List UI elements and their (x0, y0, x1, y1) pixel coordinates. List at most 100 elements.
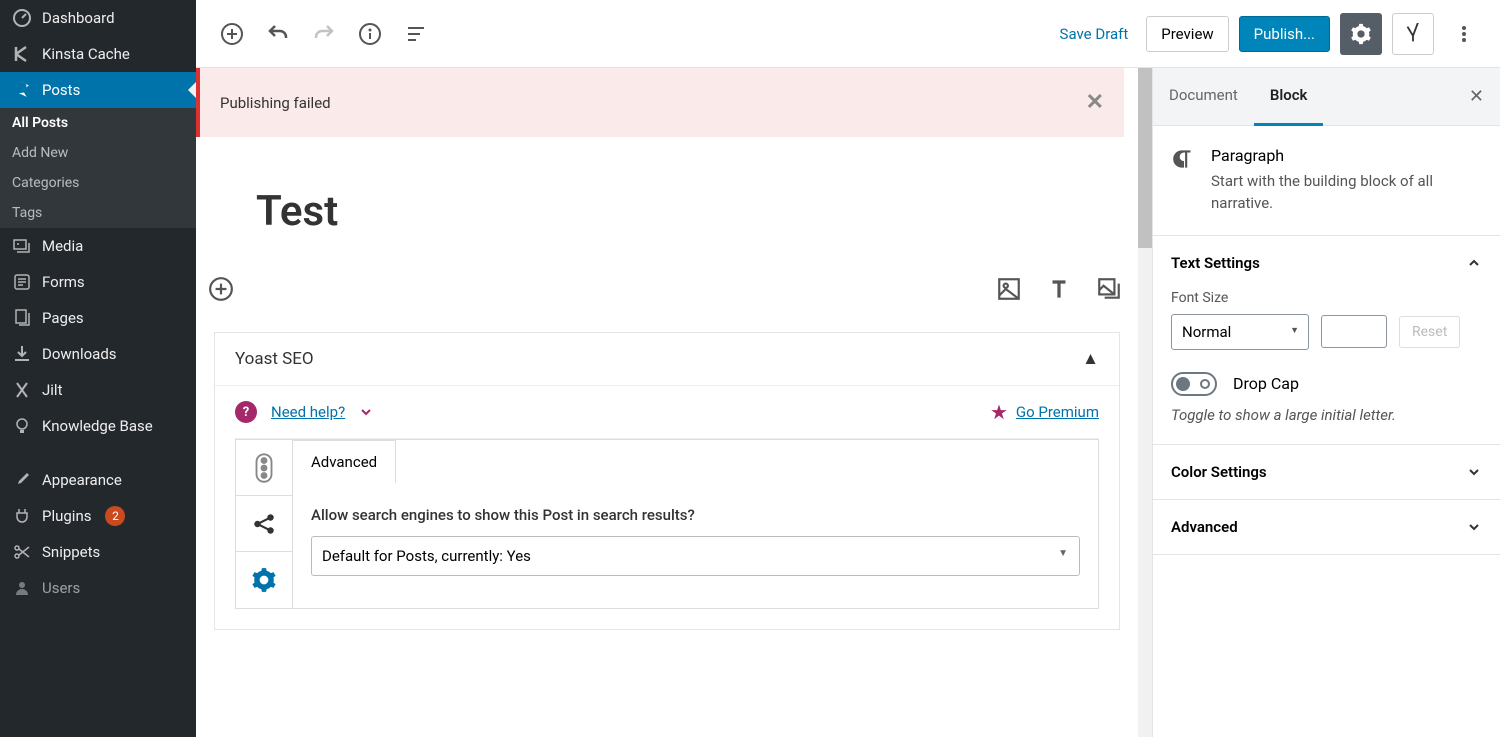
sidebar-item-knowledge[interactable]: Knowledge Base (0, 408, 196, 444)
yoast-search-select[interactable]: Default for Posts, currently: Yes (311, 536, 1080, 576)
plug-icon (12, 506, 32, 526)
submenu-add-new[interactable]: Add New (0, 138, 196, 168)
submenu-all-posts[interactable]: All Posts (0, 108, 196, 138)
submenu-tags[interactable]: Tags (0, 198, 196, 228)
sidebar-label: Knowledge Base (42, 417, 153, 435)
admin-sidebar: Dashboard Kinsta Cache Posts All Posts A… (0, 0, 196, 737)
yoast-tab-advanced[interactable] (236, 552, 292, 608)
help-icon: ? (235, 401, 257, 423)
yoast-tab-social[interactable] (236, 496, 292, 552)
add-block-button[interactable] (212, 14, 252, 54)
drop-cap-hint: Toggle to show a large initial letter. (1171, 406, 1482, 424)
heading-block-icon[interactable] (1046, 276, 1072, 302)
redo-button[interactable] (304, 14, 344, 54)
users-icon (12, 578, 32, 598)
gallery-block-icon[interactable] (1096, 276, 1122, 302)
pin-icon (12, 80, 32, 100)
drop-cap-label: Drop Cap (1233, 374, 1299, 393)
chevron-down-icon (359, 405, 373, 419)
close-settings-button[interactable]: ✕ (1453, 68, 1500, 125)
preview-button[interactable]: Preview (1146, 16, 1228, 52)
sidebar-label: Jilt (42, 381, 62, 399)
dashboard-icon (12, 8, 32, 28)
sidebar-label: Users (42, 579, 80, 597)
sidebar-label: Media (42, 237, 83, 255)
yoast-subtab-advanced[interactable]: Advanced (292, 440, 396, 483)
sidebar-item-appearance[interactable]: Appearance (0, 462, 196, 498)
editor-scrollbar[interactable] (1138, 68, 1152, 737)
bulb-icon (12, 416, 32, 436)
error-message: Publishing failed (220, 94, 331, 112)
forms-icon (12, 272, 32, 292)
yoast-header[interactable]: Yoast SEO ▲ (215, 333, 1119, 386)
undo-button[interactable] (258, 14, 298, 54)
color-settings-label: Color Settings (1171, 463, 1267, 481)
sidebar-item-snippets[interactable]: Snippets (0, 534, 196, 570)
advanced-label: Advanced (1171, 518, 1238, 536)
jilt-icon (12, 380, 32, 400)
yoast-toggle[interactable] (1392, 13, 1434, 55)
kinsta-icon (12, 44, 32, 64)
star-icon: ★ (990, 400, 1008, 424)
settings-toggle[interactable] (1340, 13, 1382, 55)
outline-button[interactable] (396, 14, 436, 54)
image-block-icon[interactable] (996, 276, 1022, 302)
advanced-header[interactable]: Advanced (1153, 500, 1500, 554)
sidebar-item-pages[interactable]: Pages (0, 300, 196, 336)
download-icon (12, 344, 32, 364)
submenu-categories[interactable]: Categories (0, 168, 196, 198)
sidebar-label: Posts (42, 81, 80, 99)
sidebar-item-dashboard[interactable]: Dashboard (0, 0, 196, 36)
sidebar-label: Dashboard (42, 9, 115, 27)
sidebar-label: Snippets (42, 543, 100, 561)
add-block-inline[interactable] (208, 276, 234, 302)
brush-icon (12, 470, 32, 490)
chevron-up-icon (1466, 255, 1482, 271)
sidebar-item-users[interactable]: Users (0, 570, 196, 606)
post-title[interactable]: Test (256, 187, 1078, 236)
text-settings-label: Text Settings (1171, 254, 1260, 272)
sidebar-label: Forms (42, 273, 85, 291)
paragraph-icon (1171, 146, 1197, 215)
save-draft-button[interactable]: Save Draft (1052, 17, 1137, 51)
settings-sidebar: Document Block ✕ Paragraph Start with th… (1152, 68, 1500, 737)
font-size-reset[interactable]: Reset (1399, 316, 1460, 348)
sidebar-item-downloads[interactable]: Downloads (0, 336, 196, 372)
yoast-metabox: Yoast SEO ▲ ? Need help? ★ Go Premium (214, 332, 1120, 630)
go-premium-link[interactable]: Go Premium (1016, 403, 1099, 421)
need-help-link[interactable]: Need help? (271, 403, 345, 421)
editor-canvas: Publishing failed ✕ Test Yoast (196, 68, 1138, 737)
publish-button[interactable]: Publish... (1239, 16, 1330, 52)
font-size-input[interactable] (1321, 315, 1387, 348)
color-settings-header[interactable]: Color Settings (1153, 445, 1500, 499)
sidebar-item-media[interactable]: Media (0, 228, 196, 264)
sidebar-label: Downloads (42, 345, 117, 363)
info-button[interactable] (350, 14, 390, 54)
font-size-select[interactable]: Normal (1171, 314, 1309, 350)
posts-submenu: All Posts Add New Categories Tags (0, 108, 196, 228)
sidebar-item-forms[interactable]: Forms (0, 264, 196, 300)
sidebar-item-plugins[interactable]: Plugins 2 (0, 498, 196, 534)
sidebar-label: Kinsta Cache (42, 45, 130, 63)
plugins-badge: 2 (105, 506, 125, 526)
sidebar-item-kinsta[interactable]: Kinsta Cache (0, 36, 196, 72)
collapse-icon: ▲ (1082, 349, 1099, 369)
sidebar-label: Plugins (42, 507, 91, 525)
sidebar-label: Pages (42, 309, 84, 327)
yoast-tab-readability[interactable] (236, 440, 292, 496)
chevron-down-icon (1466, 519, 1482, 535)
more-menu[interactable] (1444, 14, 1484, 54)
sidebar-item-jilt[interactable]: Jilt (0, 372, 196, 408)
media-icon (12, 236, 32, 256)
tab-document[interactable]: Document (1153, 68, 1254, 125)
sidebar-item-posts[interactable]: Posts (0, 72, 196, 108)
text-settings-header[interactable]: Text Settings (1153, 236, 1500, 290)
drop-cap-toggle[interactable] (1171, 372, 1217, 396)
sidebar-label: Appearance (42, 471, 122, 489)
tab-block[interactable]: Block (1254, 68, 1324, 126)
error-notice: Publishing failed ✕ (196, 68, 1124, 137)
block-type-desc: Start with the building block of all nar… (1211, 171, 1482, 215)
scissors-icon (12, 542, 32, 562)
pages-icon (12, 308, 32, 328)
dismiss-notice-button[interactable]: ✕ (1086, 90, 1104, 115)
